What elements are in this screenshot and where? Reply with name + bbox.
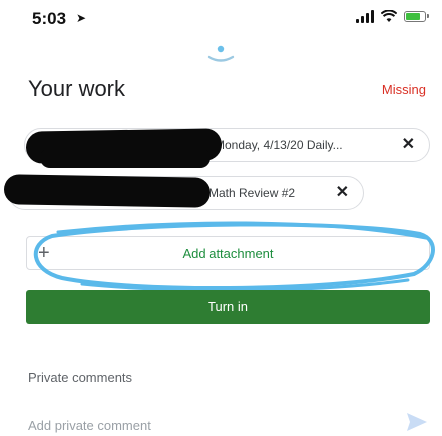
cellular-signal-icon <box>356 10 374 23</box>
status-icons <box>356 10 429 23</box>
sheet-handle-icon[interactable] <box>206 44 236 66</box>
location-arrow-icon: ➤ <box>76 11 87 25</box>
turn-in-button[interactable]: Turn in <box>26 290 430 324</box>
wifi-icon <box>381 10 397 22</box>
remove-attachment-close-icon[interactable]: ✕ <box>336 185 349 201</box>
private-comments-heading: Private comments <box>28 370 133 385</box>
status-time: 5:03 <box>32 9 67 28</box>
battery-icon <box>404 11 429 22</box>
redaction-mark <box>40 148 210 168</box>
attachment-chip-label: Math Review #2 <box>209 186 296 200</box>
attachment-chip-label: Monday, 4/13/20 Daily... <box>215 138 343 152</box>
your-work-title: Your work <box>28 76 126 101</box>
add-attachment-button[interactable]: + Add attachment <box>26 236 430 270</box>
add-attachment-label: Add attachment <box>182 246 274 261</box>
missing-status-badge: Missing <box>381 82 426 97</box>
redaction-mark <box>3 174 211 208</box>
send-icon[interactable] <box>406 412 428 432</box>
remove-attachment-close-icon[interactable]: ✕ <box>402 137 415 153</box>
private-comment-input[interactable] <box>28 418 388 433</box>
